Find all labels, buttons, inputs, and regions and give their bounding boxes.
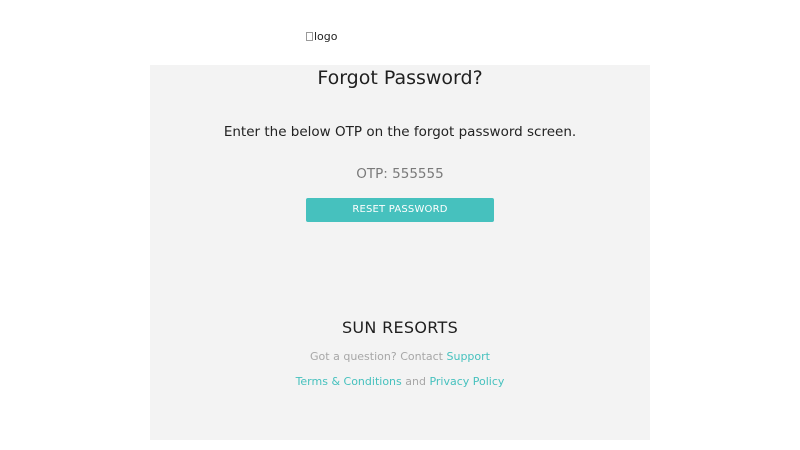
- terms-link[interactable]: Terms & Conditions: [296, 375, 402, 388]
- legal-links: Terms & Conditions and Privacy Policy: [0, 374, 800, 390]
- support-question-text: Got a question? Contact: [310, 350, 447, 363]
- support-link[interactable]: Support: [446, 350, 489, 363]
- brand-name: SUN RESORTS: [341, 318, 459, 337]
- support-line: Got a question? Contact Support: [0, 349, 800, 365]
- instructions-text: Enter the below OTP on the forgot passwo…: [223, 124, 577, 140]
- email-page: logo Forgot Password? Enter the below OT…: [0, 0, 800, 450]
- logo-alt-text: logo: [314, 30, 338, 43]
- broken-image-icon: [306, 31, 313, 41]
- privacy-link[interactable]: Privacy Policy: [429, 375, 504, 388]
- reset-password-button[interactable]: RESET PASSWORD: [306, 198, 494, 222]
- otp-code: OTP: 555555: [356, 166, 444, 182]
- logo-image: logo: [306, 30, 338, 44]
- page-title: Forgot Password?: [317, 67, 483, 89]
- and-text: and: [401, 375, 430, 388]
